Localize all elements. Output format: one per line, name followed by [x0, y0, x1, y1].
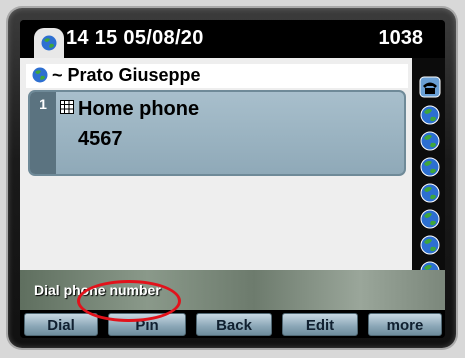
- dial-softkey[interactable]: Dial: [24, 313, 98, 336]
- globe-icon[interactable]: [419, 182, 441, 204]
- entry-index: 1: [30, 92, 56, 174]
- globe-icon[interactable]: [419, 104, 441, 126]
- pin-highlight-circle: [77, 280, 181, 322]
- entry-number: 4567: [78, 128, 123, 150]
- status-tab[interactable]: [34, 28, 64, 58]
- phone-extension: 1038: [378, 27, 424, 49]
- more-softkey[interactable]: more: [368, 313, 442, 336]
- globe-icon: [32, 67, 48, 88]
- phone-entry-selected[interactable]: 1 Home phone 4567: [28, 90, 406, 176]
- contact-name: ~ Prato Giuseppe: [52, 65, 201, 85]
- globe-icon[interactable]: [419, 208, 441, 230]
- globe-icon[interactable]: [419, 234, 441, 256]
- globe-icon[interactable]: [419, 156, 441, 178]
- status-bar: 14 15 05/08/20 1038: [20, 20, 445, 58]
- phone-grid-icon: [60, 100, 74, 119]
- contact-name-header: ~ Prato Giuseppe: [26, 64, 408, 88]
- line-buttons-rail: [412, 58, 445, 290]
- softkey-bar: Dial Pin Back Edit more: [20, 311, 445, 338]
- contact-detail-pane: ~ Prato Giuseppe 1 Home phone 4567: [20, 58, 412, 290]
- globe-icon[interactable]: [419, 130, 441, 152]
- telephone-icon[interactable]: [419, 76, 441, 98]
- entry-label: Home phone: [78, 98, 200, 120]
- back-softkey[interactable]: Back: [196, 313, 272, 336]
- edit-softkey[interactable]: Edit: [282, 313, 358, 336]
- date-time: 14 15 05/08/20: [66, 27, 204, 49]
- globe-icon: [41, 35, 57, 56]
